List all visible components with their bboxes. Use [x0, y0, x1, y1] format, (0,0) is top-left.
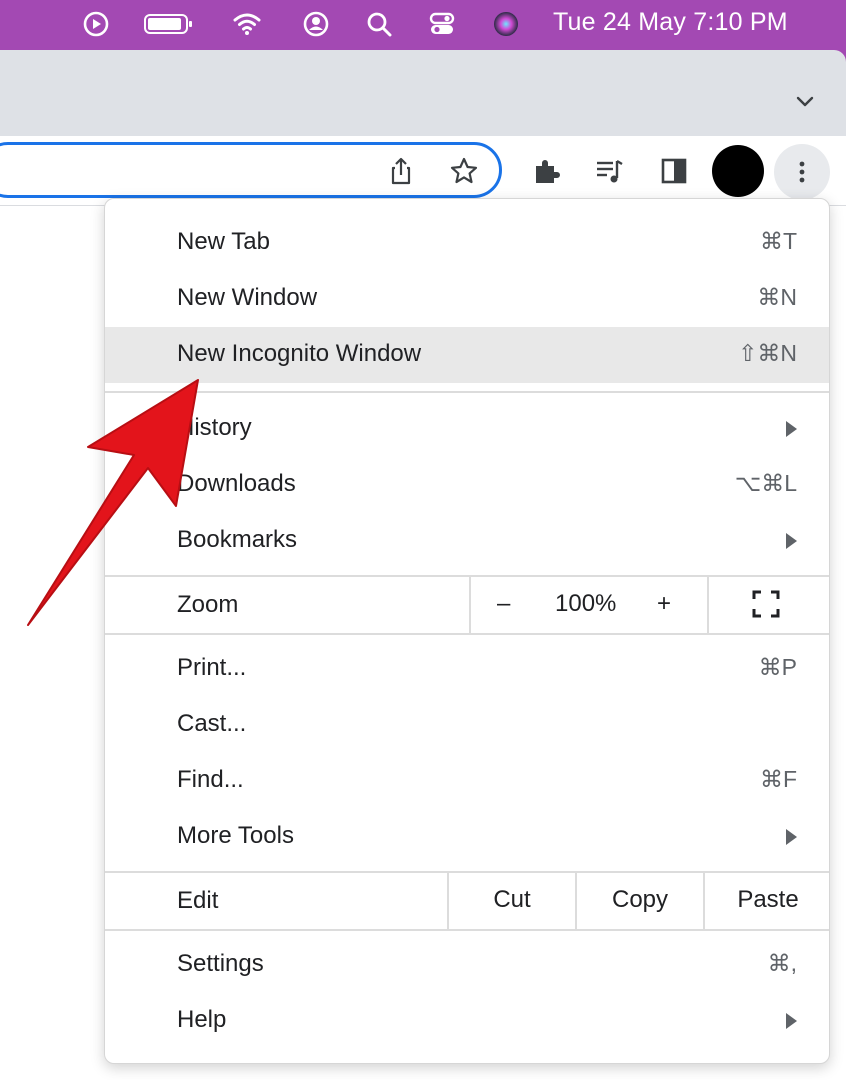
menu-item-shortcut: ⌘T	[759, 228, 797, 254]
menu-item-downloads[interactable]: Downloads ⌥⌘L	[105, 457, 829, 513]
menu-item-shortcut: ⇧⌘N	[738, 340, 797, 366]
menu-item-label: Help	[177, 1006, 227, 1033]
media-controls-icon[interactable]	[591, 153, 627, 189]
mac-menu-bar: Tue 24 May 7:10 PM	[0, 0, 846, 48]
chevron-down-icon[interactable]	[794, 90, 816, 112]
paste-button[interactable]: Paste	[703, 871, 829, 929]
menu-divider	[105, 391, 829, 393]
menu-item-shortcut: ⌘N	[757, 284, 797, 310]
menu-item-label: Downloads	[177, 470, 296, 497]
menu-item-history[interactable]: History	[105, 401, 829, 457]
menu-item-shortcut: ⌘P	[758, 654, 797, 680]
profile-avatar[interactable]	[712, 145, 764, 197]
fullscreen-icon[interactable]	[751, 589, 781, 619]
menu-item-label: History	[177, 414, 252, 441]
copy-button[interactable]: Copy	[575, 871, 703, 929]
zoom-controls: – 100% +	[469, 575, 709, 633]
menu-item-shortcut: ⌘,	[767, 950, 797, 976]
menu-bar-clock[interactable]: Tue 24 May 7:10 PM	[553, 8, 788, 37]
submenu-arrow-icon	[786, 829, 797, 845]
zoom-out-button[interactable]: –	[497, 590, 510, 618]
menu-item-bookmarks[interactable]: Bookmarks	[105, 513, 829, 569]
menu-item-label: Cast...	[177, 710, 247, 737]
menu-item-label: New Tab	[177, 228, 270, 255]
menu-item-label: Print...	[177, 654, 247, 681]
battery-icon[interactable]	[143, 10, 195, 38]
menu-item-settings[interactable]: Settings ⌘,	[105, 937, 829, 993]
play-circle-icon[interactable]	[82, 10, 110, 38]
bookmark-star-icon[interactable]	[446, 153, 482, 189]
menu-item-find[interactable]: Find... ⌘F	[105, 753, 829, 809]
menu-item-label: Settings	[177, 950, 264, 977]
spotlight-search-icon[interactable]	[365, 10, 393, 38]
menu-item-new-incognito-window[interactable]: New Incognito Window ⇧⌘N	[105, 327, 829, 383]
edit-row: Edit Cut Copy Paste	[105, 871, 829, 929]
chrome-menu-icon	[799, 161, 805, 183]
cut-button[interactable]: Cut	[447, 871, 575, 929]
tab-strip	[0, 48, 846, 136]
submenu-arrow-icon	[786, 1013, 797, 1029]
submenu-arrow-icon	[786, 421, 797, 437]
browser-toolbar	[0, 136, 846, 206]
submenu-arrow-icon	[786, 533, 797, 549]
menu-item-label: Find...	[177, 766, 244, 793]
siri-icon[interactable]	[492, 10, 520, 38]
menu-item-cast[interactable]: Cast...	[105, 697, 829, 753]
zoom-in-button[interactable]: +	[657, 590, 671, 618]
menu-item-label: More Tools	[177, 822, 294, 849]
menu-item-shortcut: ⌥⌘L	[734, 470, 797, 496]
menu-item-print[interactable]: Print... ⌘P	[105, 641, 829, 697]
menu-item-new-tab[interactable]: New Tab ⌘T	[105, 215, 829, 271]
menu-item-new-window[interactable]: New Window ⌘N	[105, 271, 829, 327]
user-account-icon[interactable]	[302, 10, 330, 38]
menu-item-more-tools[interactable]: More Tools	[105, 809, 829, 865]
control-center-icon[interactable]	[428, 10, 456, 38]
side-panel-icon[interactable]	[656, 153, 692, 189]
zoom-label: Zoom	[177, 591, 239, 618]
chrome-menu-button[interactable]	[774, 144, 830, 200]
zoom-level: 100%	[555, 590, 617, 617]
menu-item-label: New Window	[177, 284, 318, 311]
menu-item-help[interactable]: Help	[105, 993, 829, 1049]
tab-strip-background	[0, 50, 846, 136]
menu-item-shortcut: ⌘F	[759, 766, 797, 792]
menu-item-label: New Incognito Window	[177, 340, 422, 367]
edit-label: Edit	[177, 887, 219, 914]
share-icon[interactable]	[383, 153, 419, 189]
extensions-icon[interactable]	[528, 153, 564, 189]
address-bar[interactable]	[0, 142, 502, 198]
menu-item-label: Bookmarks	[177, 526, 298, 553]
zoom-row: Zoom – 100% +	[105, 575, 829, 633]
menu-divider	[105, 929, 829, 931]
menu-divider	[105, 633, 829, 635]
chrome-main-menu: New Tab ⌘T New Window ⌘N New Incognito W…	[104, 198, 830, 1064]
wifi-icon[interactable]	[233, 10, 261, 38]
